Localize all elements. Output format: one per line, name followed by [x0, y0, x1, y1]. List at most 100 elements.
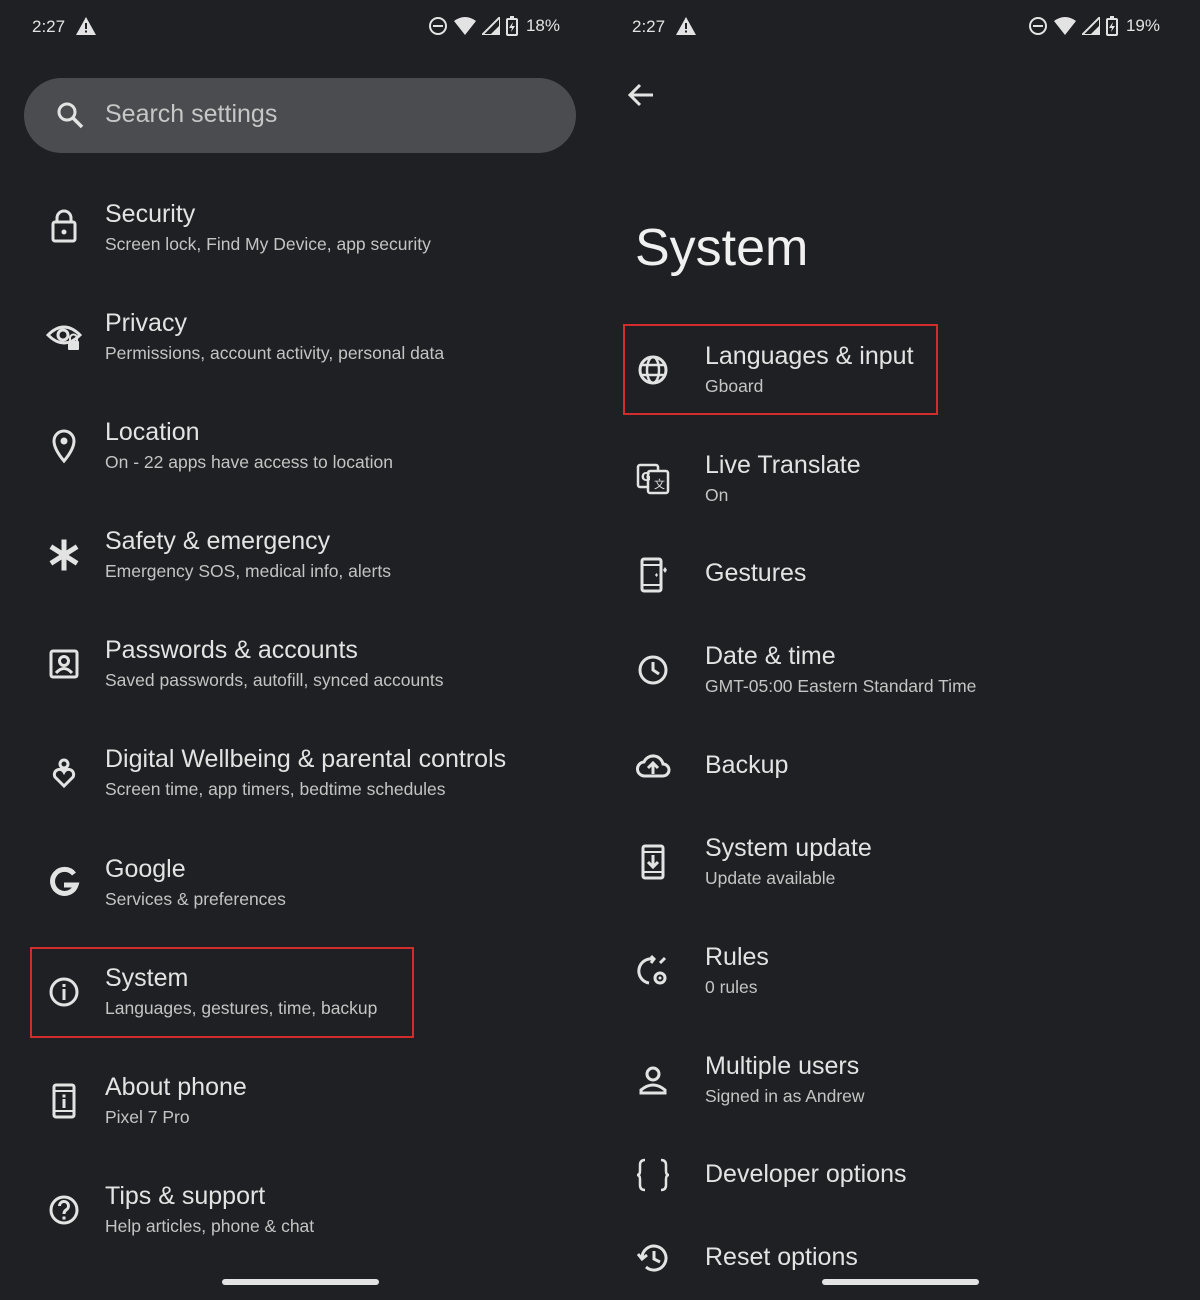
globe-icon: [638, 355, 668, 385]
settings-item-multiple-users[interactable]: Multiple users Signed in as Andrew: [600, 1052, 1200, 1152]
item-title: Location: [105, 418, 200, 446]
system-settings-screen: 2:27 19% System Languages & input Gboard…: [600, 0, 1200, 1300]
item-title: Security: [105, 200, 196, 228]
location-pin-icon: [52, 429, 76, 464]
settings-item-reset-options[interactable]: Reset options: [600, 1243, 1200, 1293]
item-subtitle: Pixel 7 Pro: [105, 1107, 190, 1127]
item-subtitle: Permissions, account activity, personal …: [105, 343, 445, 363]
item-title: Digital Wellbeing & parental controls: [105, 745, 507, 773]
search-input[interactable]: Search settings: [105, 100, 277, 129]
item-title: Live Translate: [705, 451, 861, 479]
item-subtitle: Screen time, app timers, bedtime schedul…: [105, 779, 446, 799]
item-subtitle: 0 rules: [705, 977, 758, 997]
gesture-nav-handle[interactable]: [222, 1279, 379, 1285]
item-title: Languages & input: [705, 342, 914, 370]
item-subtitle: Saved passwords, autofill, synced accoun…: [105, 670, 444, 690]
gesture-nav-handle[interactable]: [822, 1279, 979, 1285]
status-icons: 19%: [1028, 16, 1160, 36]
clock-icon: [638, 655, 668, 685]
item-title: Tips & support: [105, 1182, 266, 1210]
status-time: 2:27: [632, 17, 666, 36]
item-title: Rules: [705, 943, 769, 971]
gestures-phone-icon: [640, 557, 667, 593]
item-title: Developer options: [705, 1160, 907, 1188]
translate-icon: G文: [636, 463, 670, 495]
settings-item-digital-wellbeing[interactable]: Digital Wellbeing & parental controls Sc…: [0, 745, 600, 845]
warning-icon: [76, 17, 96, 40]
signal-icon: [1081, 17, 1100, 35]
cloud-upload-icon: [636, 754, 671, 778]
item-subtitle: Services & preferences: [105, 889, 286, 909]
wellbeing-icon: [52, 758, 76, 789]
item-subtitle: Help articles, phone & chat: [105, 1216, 315, 1236]
settings-item-date-time[interactable]: Date & time GMT-05:00 Eastern Standard T…: [600, 642, 1200, 742]
wifi-icon: [1053, 17, 1076, 35]
battery-charging-icon: [1105, 16, 1118, 36]
settings-item-about-phone[interactable]: About phone Pixel 7 Pro: [0, 1073, 600, 1173]
settings-item-live-translate[interactable]: G文 Live Translate On: [600, 451, 1200, 551]
settings-item-location[interactable]: Location On - 22 apps have access to loc…: [0, 418, 600, 518]
rules-icon: [637, 954, 667, 985]
status-bar: 2:27 18%: [32, 14, 560, 42]
settings-item-system-update[interactable]: System update Update available: [600, 834, 1200, 934]
settings-main-screen: 2:27 18% Search settings Security Screen…: [0, 0, 600, 1300]
item-title: Privacy: [105, 309, 187, 337]
item-subtitle: GMT-05:00 Eastern Standard Time: [705, 676, 977, 696]
history-icon: [636, 1244, 668, 1272]
settings-item-security[interactable]: Security Screen lock, Find My Device, ap…: [0, 200, 600, 300]
google-g-icon: [50, 866, 80, 896]
battery-percent: 18%: [525, 16, 560, 35]
settings-item-privacy[interactable]: Privacy Permissions, account activity, p…: [0, 309, 600, 409]
item-title: Google: [105, 855, 186, 883]
item-title: System update: [705, 834, 872, 862]
settings-item-system[interactable]: System Languages, gestures, time, backup: [0, 964, 600, 1064]
help-icon: [49, 1195, 79, 1225]
item-title: Passwords & accounts: [105, 636, 358, 664]
dnd-icon: [428, 17, 447, 35]
item-subtitle: Languages, gestures, time, backup: [105, 998, 378, 1018]
back-arrow-icon[interactable]: [626, 80, 656, 110]
settings-item-tips-support[interactable]: Tips & support Help articles, phone & ch…: [0, 1182, 600, 1282]
settings-item-rules[interactable]: Rules 0 rules: [600, 943, 1200, 1043]
status-bar: 2:27 19%: [632, 14, 1160, 42]
item-subtitle: Update available: [705, 868, 836, 888]
item-title: Safety & emergency: [105, 527, 331, 555]
item-subtitle: Screen lock, Find My Device, app securit…: [105, 234, 431, 254]
search-settings-bar[interactable]: Search settings: [24, 78, 576, 153]
person-icon: [639, 1066, 667, 1095]
signal-icon: [481, 17, 500, 35]
search-icon: [57, 102, 84, 129]
battery-percent: 19%: [1125, 16, 1160, 35]
item-title: Multiple users: [705, 1052, 860, 1080]
item-subtitle: Gboard: [705, 376, 764, 396]
item-subtitle: Emergency SOS, medical info, alerts: [105, 561, 391, 581]
item-title: About phone: [105, 1073, 247, 1101]
item-title: Backup: [705, 751, 789, 779]
item-title: System: [105, 964, 189, 992]
account-box-icon: [49, 649, 79, 679]
settings-item-google[interactable]: Google Services & preferences: [0, 855, 600, 955]
item-subtitle: Signed in as Andrew: [705, 1086, 865, 1106]
warning-icon: [676, 17, 696, 40]
dnd-icon: [1028, 17, 1047, 35]
status-time: 2:27: [32, 17, 66, 36]
item-title: Gestures: [705, 559, 807, 587]
settings-item-safety-emergency[interactable]: Safety & emergency Emergency SOS, medica…: [0, 527, 600, 627]
settings-item-passwords-accounts[interactable]: Passwords & accounts Saved passwords, au…: [0, 636, 600, 736]
item-title: Reset options: [705, 1243, 858, 1271]
settings-item-languages-input[interactable]: Languages & input Gboard: [600, 342, 1200, 442]
info-icon: [49, 977, 79, 1007]
system-update-icon: [641, 844, 665, 880]
item-subtitle: On: [705, 485, 729, 505]
asterisk-icon: [49, 539, 79, 571]
wifi-icon: [453, 17, 476, 35]
svg-text:G: G: [641, 470, 651, 484]
item-title: Date & time: [705, 642, 836, 670]
battery-charging-icon: [505, 16, 518, 36]
lock-icon: [51, 209, 77, 243]
status-icons: 18%: [428, 16, 560, 36]
svg-text:文: 文: [654, 477, 665, 491]
item-subtitle: On - 22 apps have access to location: [105, 452, 393, 472]
page-title: System: [635, 219, 809, 277]
phone-info-icon: [52, 1083, 76, 1119]
